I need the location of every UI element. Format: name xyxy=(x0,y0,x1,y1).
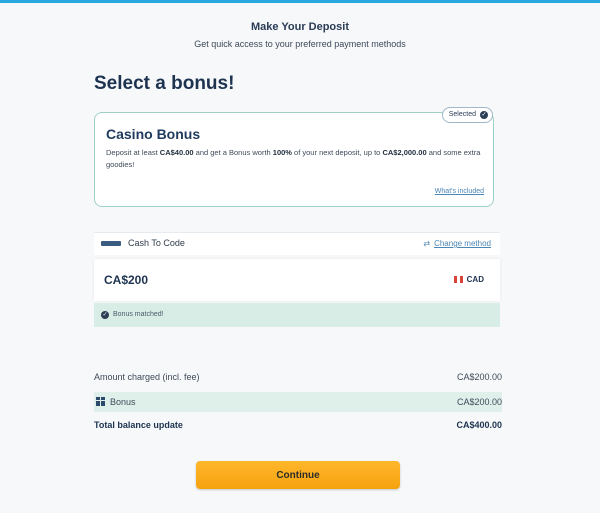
page-title: Make Your Deposit xyxy=(250,21,349,33)
bonus-matched-banner: ✓ Bonus matched! xyxy=(94,303,500,327)
amount-input[interactable]: CA$200 CAD xyxy=(94,259,500,301)
deposit-page: Make Your Deposit Get quick access to yo… xyxy=(0,3,600,513)
desc-min-deposit: CA$40.00 xyxy=(159,148,194,157)
currency-selector[interactable]: CAD xyxy=(467,275,484,284)
swap-arrows-icon: ⇄ xyxy=(423,239,431,248)
change-method-link[interactable]: ⇄ Change method xyxy=(423,239,491,248)
payment-method-name: Cash To Code xyxy=(128,238,185,248)
selected-badge: Selected ✓ xyxy=(441,107,493,123)
desc-max-bonus: CA$2,000.00 xyxy=(382,148,427,157)
summary-value: CA$200.00 xyxy=(456,397,502,407)
check-circle-icon: ✓ xyxy=(101,311,109,319)
whats-included-link[interactable]: What's included xyxy=(435,188,484,195)
summary-label: Total balance update xyxy=(94,420,183,430)
casino-bonus-card[interactable]: Selected ✓ Casino Bonus Deposit at least… xyxy=(94,107,494,207)
bonus-matched-text: Bonus matched! xyxy=(113,311,164,318)
amount-value: CA$200 xyxy=(104,273,149,287)
summary-value: CA$400.00 xyxy=(456,420,502,430)
change-method-label: Change method xyxy=(434,239,491,248)
cash-to-code-logo-icon xyxy=(101,241,121,246)
desc-text: Deposit at least xyxy=(106,148,160,157)
desc-text: of your next deposit, up to xyxy=(291,148,383,157)
continue-button[interactable]: Continue xyxy=(196,461,400,489)
bonus-title: Casino Bonus xyxy=(106,126,201,142)
summary-row-amount-charged: Amount charged (incl. fee) CA$200.00 xyxy=(94,367,502,387)
gift-icon xyxy=(96,397,105,406)
desc-percent: 100% xyxy=(272,148,292,157)
desc-text: and get a Bonus worth xyxy=(193,148,273,157)
summary-label: Bonus xyxy=(110,397,136,407)
summary-row-bonus: Bonus CA$200.00 xyxy=(94,392,502,412)
payment-method-row: Cash To Code ⇄ Change method xyxy=(94,232,500,255)
page-subtitle: Get quick access to your preferred payme… xyxy=(194,39,406,49)
canada-flag-icon xyxy=(454,276,463,283)
bonus-description: Deposit at least CA$40.00 and get a Bonu… xyxy=(106,147,481,171)
summary-row-total: Total balance update CA$400.00 xyxy=(94,415,502,435)
selected-badge-label: Selected xyxy=(448,111,476,118)
bonus-heading: Select a bonus! xyxy=(94,73,235,94)
summary-value: CA$200.00 xyxy=(456,372,502,382)
check-icon: ✓ xyxy=(480,111,488,119)
summary-label: Amount charged (incl. fee) xyxy=(94,372,200,382)
